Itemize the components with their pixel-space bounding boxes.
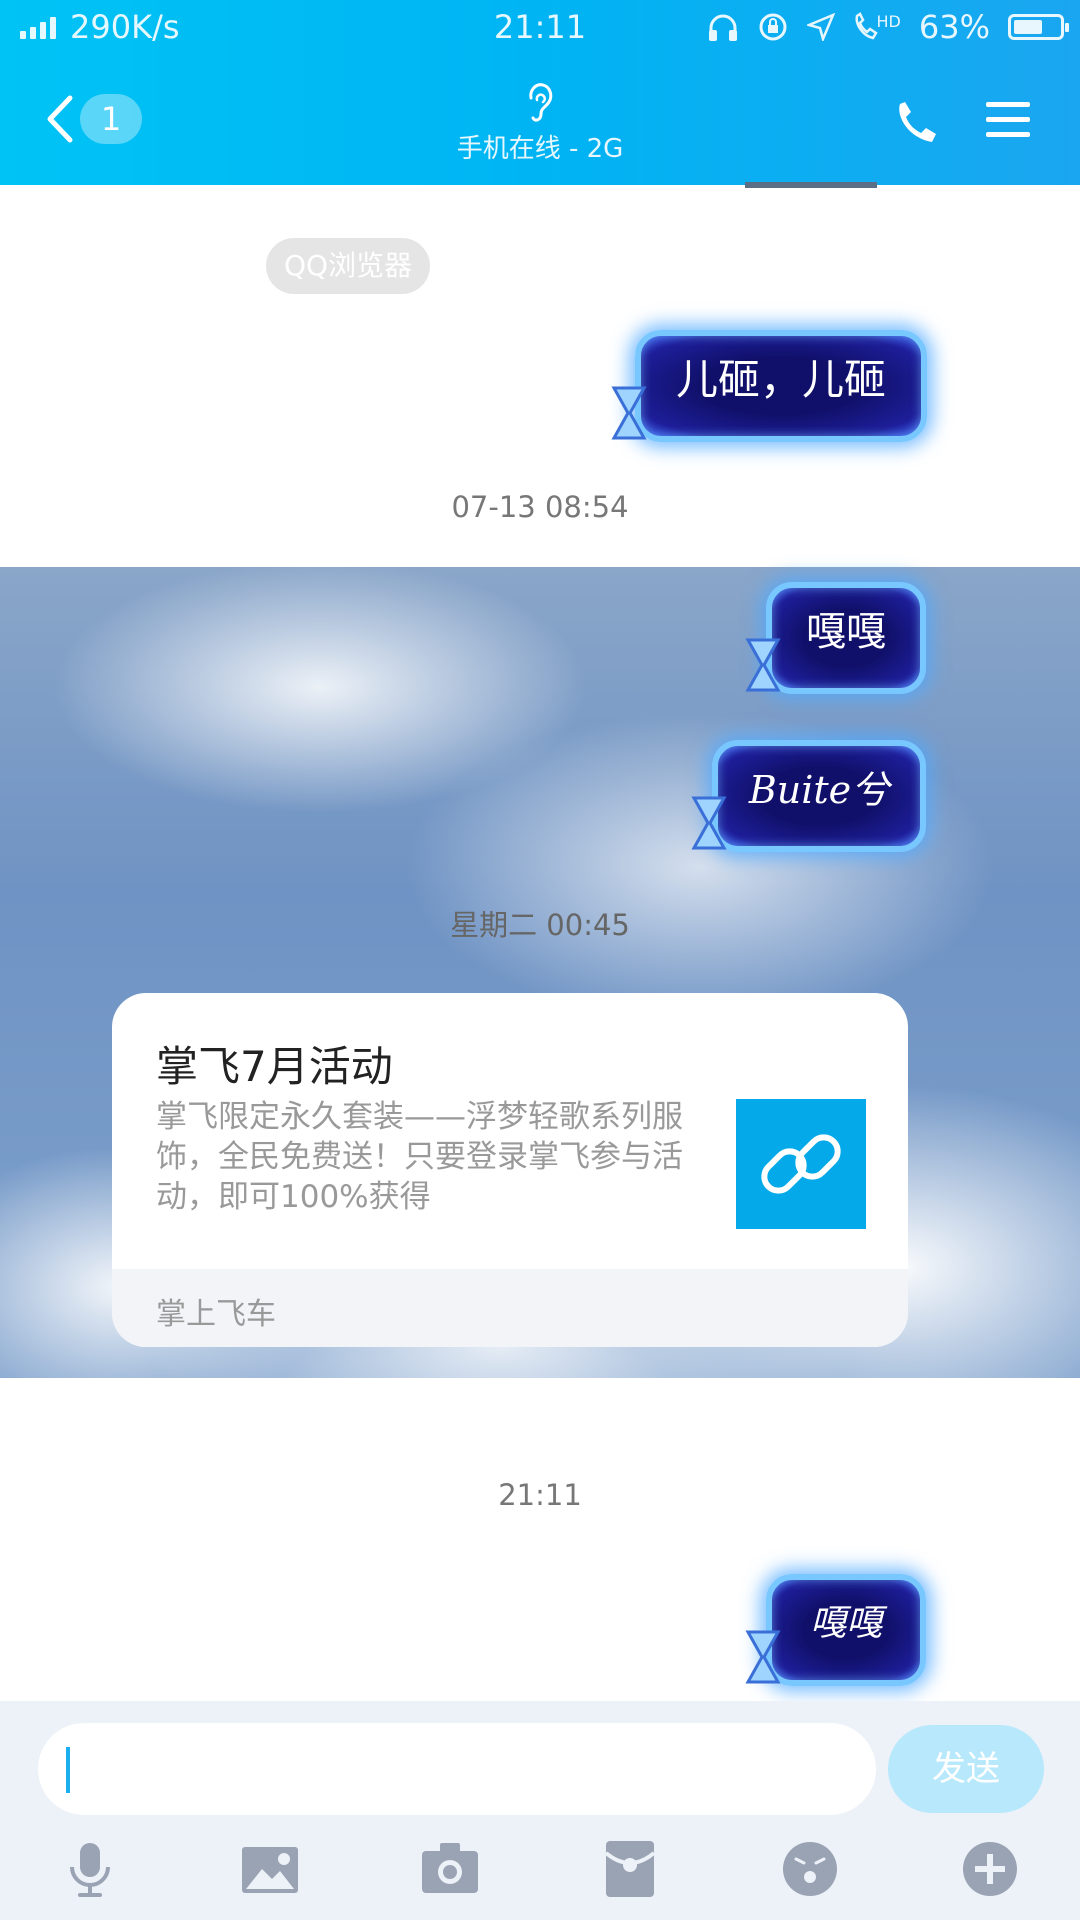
battery-icon [1008,14,1069,40]
hourglass-gem-icon [611,386,647,440]
input-bar: 发送 [0,1701,1080,1920]
phone-call-icon[interactable] [894,100,940,146]
menu-icon[interactable] [984,98,1032,142]
headphones-icon [708,14,737,41]
status-bar: 290K/s 21:11 HD 63% [0,0,1080,56]
rotation-lock-icon [759,13,787,41]
timestamp: 21:11 [498,1478,582,1512]
system-chip: QQ浏览器 [266,238,431,294]
timestamp: 07-13 08:54 [451,490,629,524]
image-icon[interactable] [240,1839,300,1899]
message-bubble-outgoing[interactable]: 嘎嘎 [766,1574,926,1686]
hd-call-icon: HD [853,12,901,42]
microphone-icon[interactable] [60,1839,120,1899]
message-text: 嘎嘎 [806,609,886,655]
battery-percent: 63% [918,8,990,46]
camera-icon[interactable] [420,1839,480,1899]
emoji-icon[interactable] [780,1839,840,1899]
message-bubble-outgoing[interactable]: 嘎嘎 [766,582,926,694]
message-input[interactable] [38,1723,876,1815]
card-title: 掌飞7月活动 [156,1042,393,1091]
message-text: Buite兮 [748,768,890,812]
card-source-bar: 掌上飞车 [112,1269,908,1347]
card-description: 掌飞限定永久套装——浮梦轻歌系列服饰，全民免费送！只要登录掌飞参与活动，即可10… [156,1099,683,1215]
message-bubble-outgoing[interactable]: 儿砸，儿砸 [635,330,927,442]
timestamp: 星期二 00:45 [450,908,630,942]
link-icon [761,1134,841,1194]
text-caret [66,1747,70,1793]
message-bubble-outgoing[interactable]: Buite兮 [712,740,926,852]
chat-header: 290K/s 21:11 HD 63% 1 手机在线 - 2G [0,0,1080,185]
nav-bar: 1 手机在线 - 2G [0,56,1080,185]
toolbar [0,1833,1080,1913]
ear-icon[interactable] [523,82,557,126]
card-source: 掌上飞车 [156,1297,276,1332]
hourglass-gem-icon [745,638,781,692]
message-text: 儿砸，儿砸 [675,355,886,404]
send-button[interactable]: 发送 [888,1725,1044,1813]
hourglass-gem-icon [691,796,727,850]
link-thumbnail [736,1099,866,1229]
previous-image-edge [745,182,877,188]
location-icon [806,13,835,41]
share-link-card[interactable]: 掌飞7月活动 掌飞限定永久套装——浮梦轻歌系列服饰，全民免费送！只要登录掌飞参与… [112,993,908,1347]
red-packet-icon[interactable] [600,1839,660,1899]
message-text: 嘎嘎 [809,1603,882,1644]
plus-icon[interactable] [960,1839,1020,1899]
hourglass-gem-icon [745,1630,781,1684]
